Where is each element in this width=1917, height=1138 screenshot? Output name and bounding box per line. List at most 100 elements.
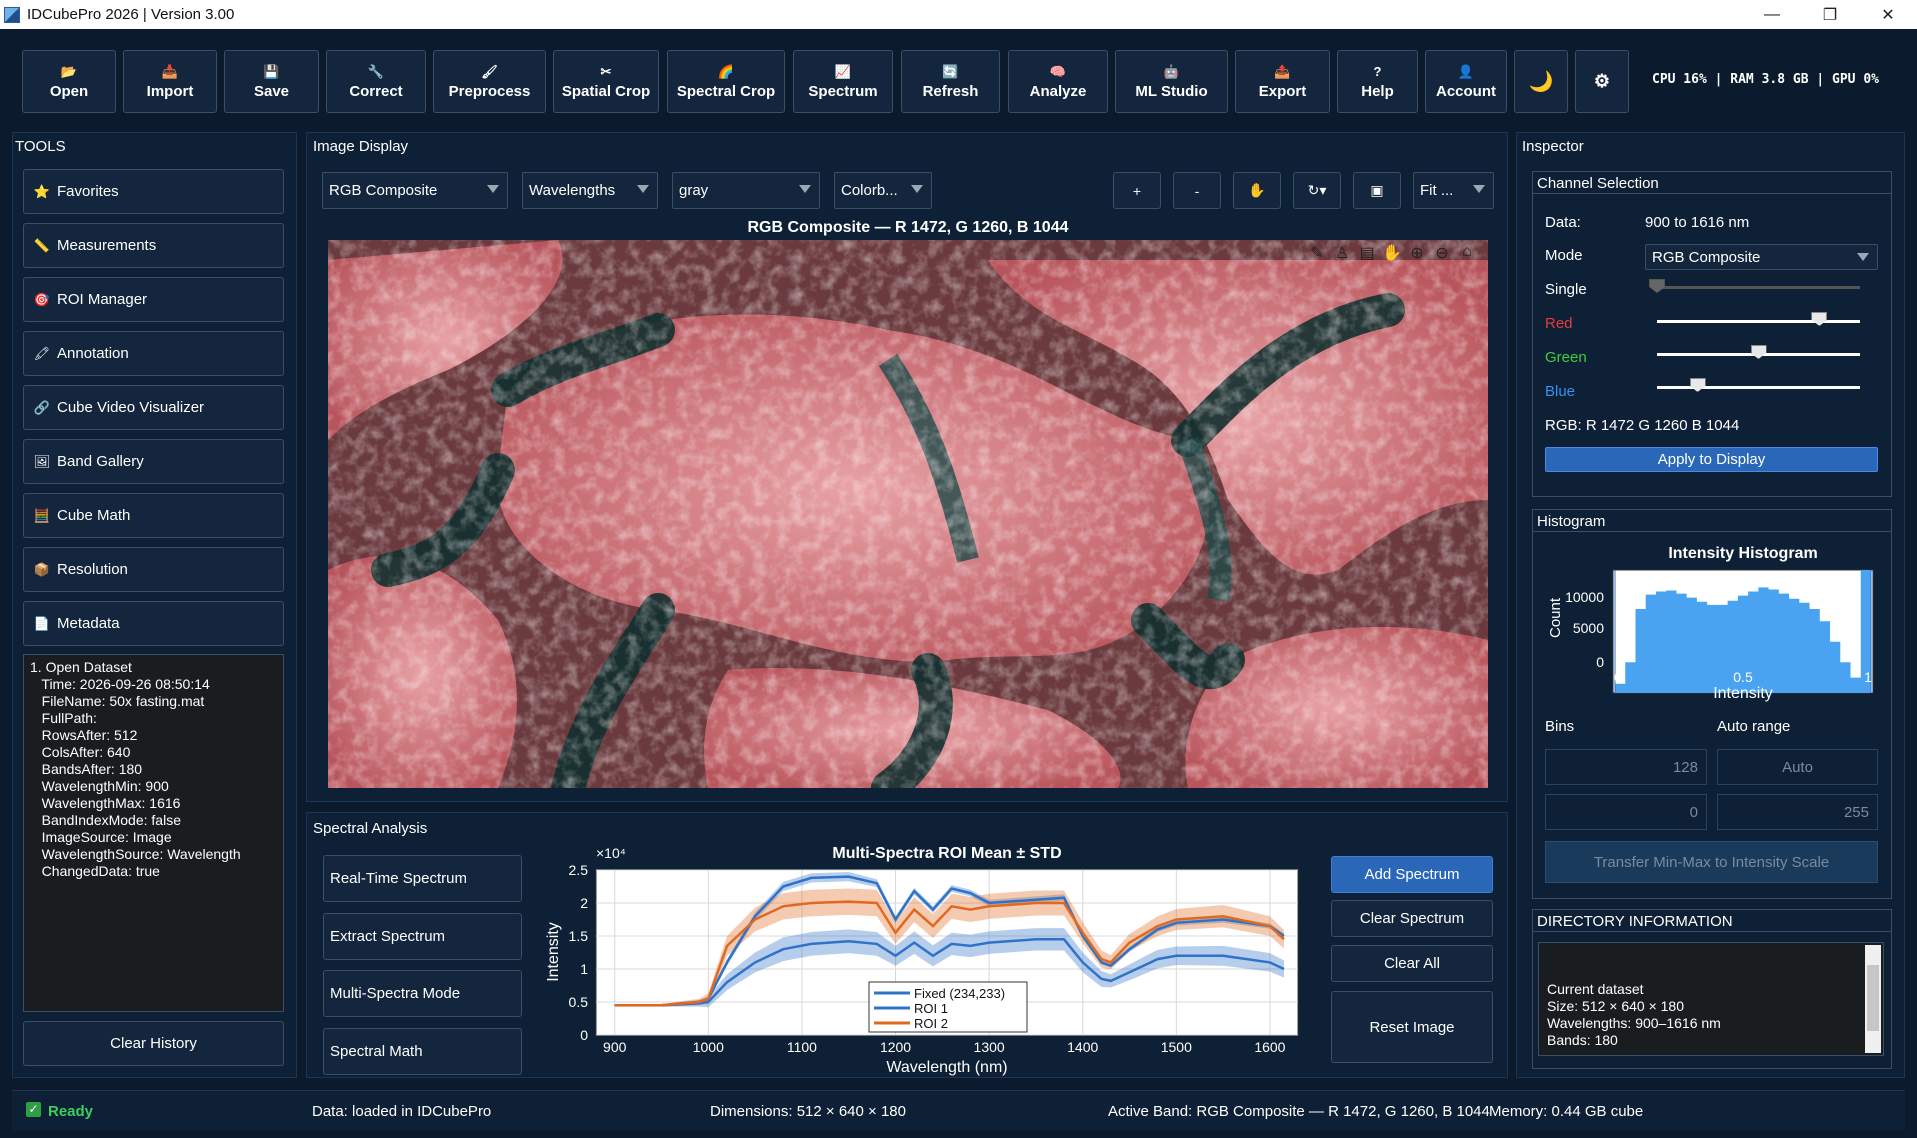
scrollbar-thumb[interactable] <box>1867 965 1879 1031</box>
hyperspectral-image[interactable]: ✎ ♙ ▤ ✋ ⊕ ⊖ ⌂ <box>328 240 1488 788</box>
rotate-button[interactable]: ↻▾ <box>1293 172 1341 209</box>
auto-range-label: Auto range <box>1717 718 1791 735</box>
data-label: Data: <box>1545 214 1581 231</box>
tissue-image <box>328 240 1488 788</box>
tool-measurements[interactable]: 📏 Measurements <box>23 223 284 268</box>
spatial-crop-button[interactable]: ✂ Spatial Crop <box>553 50 659 113</box>
spectral-crop-button[interactable]: 🌈 Spectral Crop <box>667 50 785 113</box>
x-tick-label: 1100 <box>787 1039 817 1055</box>
hist-y-label: Count <box>1547 597 1564 638</box>
refresh-button[interactable]: 🔄 Refresh <box>901 50 1000 113</box>
colorbar-dropdown[interactable]: Colorb... <box>834 172 932 209</box>
clear-spectrum-button[interactable]: Clear Spectrum <box>1331 900 1493 937</box>
chevron-down-icon <box>1473 185 1485 193</box>
multi-spectra-mode-button[interactable]: Multi-Spectra Mode <box>323 970 522 1017</box>
tool-roi-manager[interactable]: 🎯 ROI Manager <box>23 277 284 322</box>
blue-slider[interactable] <box>1657 386 1860 389</box>
open-button[interactable]: 📂 Open <box>22 50 116 113</box>
auto-range-button[interactable]: Auto <box>1717 749 1878 785</box>
pan-button[interactable]: ✋ <box>1233 172 1281 209</box>
zoom-in-icon[interactable]: ⊕ <box>1406 243 1428 263</box>
maximize-button[interactable]: ❐ <box>1801 0 1859 29</box>
hist-ytick-10000: 10000 <box>1565 589 1604 605</box>
brush-icon[interactable]: ♙ <box>1331 243 1353 263</box>
real-time-spectrum-button[interactable]: Real-Time Spectrum <box>323 855 522 902</box>
status-bar: ✓ Ready Data: loaded in IDCubePro Dimens… <box>12 1090 1905 1130</box>
blue-label: Blue <box>1545 383 1576 400</box>
export-button[interactable]: 📤 Export <box>1235 50 1330 113</box>
import-icon: 📥 <box>161 63 179 79</box>
tool-annotation[interactable]: 🖍 Annotation <box>23 331 284 376</box>
chevron-down-icon <box>637 185 649 193</box>
theme-toggle-button[interactable]: 🌙 <box>1514 50 1568 113</box>
tool-favorites[interactable]: ⭐ Favorites <box>23 169 284 214</box>
directory-scrollbar[interactable] <box>1865 945 1881 1053</box>
status-data: Data: loaded in IDCubePro <box>312 1103 492 1120</box>
fit-mode-dropdown[interactable]: Fit ... <box>1413 172 1494 209</box>
spectra-chart[interactable]: Multi-Spectra ROI Mean ± STD ×10⁴ 900 100… <box>540 840 1310 1080</box>
colormap-dropdown[interactable]: gray <box>672 172 820 209</box>
add-spectrum-button[interactable]: Add Spectrum <box>1331 856 1493 893</box>
fit-frame-button[interactable]: ▣ <box>1353 172 1401 209</box>
single-slider[interactable] <box>1657 286 1860 289</box>
settings-button[interactable]: ⚙ <box>1575 50 1629 113</box>
help-button[interactable]: ? Help <box>1337 50 1418 113</box>
max-intensity-input[interactable]: 255 <box>1717 794 1878 830</box>
minimize-button[interactable]: — <box>1743 0 1801 29</box>
document-icon: 📄 <box>33 615 51 631</box>
hist-xtick-1: 1 <box>1864 669 1872 685</box>
clear-all-button[interactable]: Clear All <box>1331 945 1493 982</box>
import-button[interactable]: 📥 Import <box>123 50 217 113</box>
ml-studio-button[interactable]: 🤖 ML Studio <box>1115 50 1228 113</box>
chart-title: Multi-Spectra ROI Mean ± STD <box>832 845 1061 862</box>
save-button[interactable]: 💾 Save <box>224 50 319 113</box>
zoom-out-icon[interactable]: ⊖ <box>1431 243 1453 263</box>
transfer-min-max-button[interactable]: Transfer Min-Max to Intensity Scale <box>1545 841 1878 883</box>
display-mode-dropdown[interactable]: RGB Composite <box>322 172 508 209</box>
red-slider[interactable] <box>1657 320 1860 323</box>
preprocess-button[interactable]: 🖌 Preprocess <box>433 50 546 113</box>
spectral-math-button[interactable]: Spectral Math <box>323 1028 522 1075</box>
spectrum-button[interactable]: 📈 Spectrum <box>793 50 893 113</box>
green-label: Green <box>1545 349 1587 366</box>
axis-mode-dropdown[interactable]: Wavelengths <box>522 172 658 209</box>
tool-band-gallery[interactable]: 🖼 Band Gallery <box>23 439 284 484</box>
extract-spectrum-button[interactable]: Extract Spectrum <box>323 913 522 960</box>
home-icon[interactable]: ⌂ <box>1456 243 1478 263</box>
data-range-value: 900 to 1616 nm <box>1645 214 1750 231</box>
tool-cube-video-visualizer[interactable]: 🔗 Cube Video Visualizer <box>23 385 284 430</box>
apply-to-display-button[interactable]: Apply to Display <box>1545 447 1878 472</box>
reset-image-button[interactable]: Reset Image <box>1331 991 1493 1063</box>
y-tick-label: 0 <box>580 1027 588 1043</box>
hand-icon[interactable]: ✋ <box>1381 243 1403 263</box>
calculator-icon: 🧮 <box>33 507 51 523</box>
red-label: Red <box>1545 315 1573 332</box>
y-tick-labels: 0 0.5 1 1.5 2 2.5 <box>569 862 589 1043</box>
analyze-button[interactable]: 🧠 Analyze <box>1008 50 1108 113</box>
edit-icon[interactable]: ✎ <box>1306 243 1328 263</box>
x-tick-labels: 900 1000 1100 1200 1300 1400 1500 1600 <box>603 1039 1286 1055</box>
histogram-title: Histogram <box>1537 513 1606 530</box>
min-intensity-input[interactable]: 0 <box>1545 794 1707 830</box>
tool-resolution[interactable]: 📦 Resolution <box>23 547 284 592</box>
zoom-out-button[interactable]: - <box>1173 172 1221 209</box>
datatip-icon[interactable]: ▤ <box>1356 243 1378 263</box>
correct-button[interactable]: 🔧 Correct <box>326 50 426 113</box>
y-axis-label: Intensity <box>545 922 562 982</box>
tool-metadata[interactable]: 📄 Metadata <box>23 601 284 646</box>
bins-input[interactable]: 128 <box>1545 749 1707 785</box>
tool-cube-math[interactable]: 🧮 Cube Math <box>23 493 284 538</box>
gallery-icon: 🖼 <box>33 453 51 469</box>
zoom-in-button[interactable]: + <box>1113 172 1161 209</box>
close-button[interactable]: ✕ <box>1859 0 1917 29</box>
window-title: IDCubePro 2026 | Version 3.00 <box>27 6 235 23</box>
x-tick-label: 1500 <box>1161 1039 1192 1055</box>
chevron-down-icon <box>799 185 811 193</box>
clear-history-button[interactable]: Clear History <box>23 1021 284 1066</box>
history-log[interactable]: 1. Open Dataset Time: 2026-09-26 08:50:1… <box>23 654 284 1012</box>
account-button[interactable]: 👤 Account <box>1425 50 1507 113</box>
intensity-histogram[interactable]: Intensity Histogram 0 5000 10000 0 0.5 1… <box>1540 540 1890 710</box>
title-bar: IDCubePro 2026 | Version 3.00 — ❐ ✕ <box>0 0 1917 29</box>
rotate-icon: ↻▾ <box>1307 182 1327 198</box>
mode-dropdown[interactable]: RGB Composite <box>1645 244 1878 270</box>
